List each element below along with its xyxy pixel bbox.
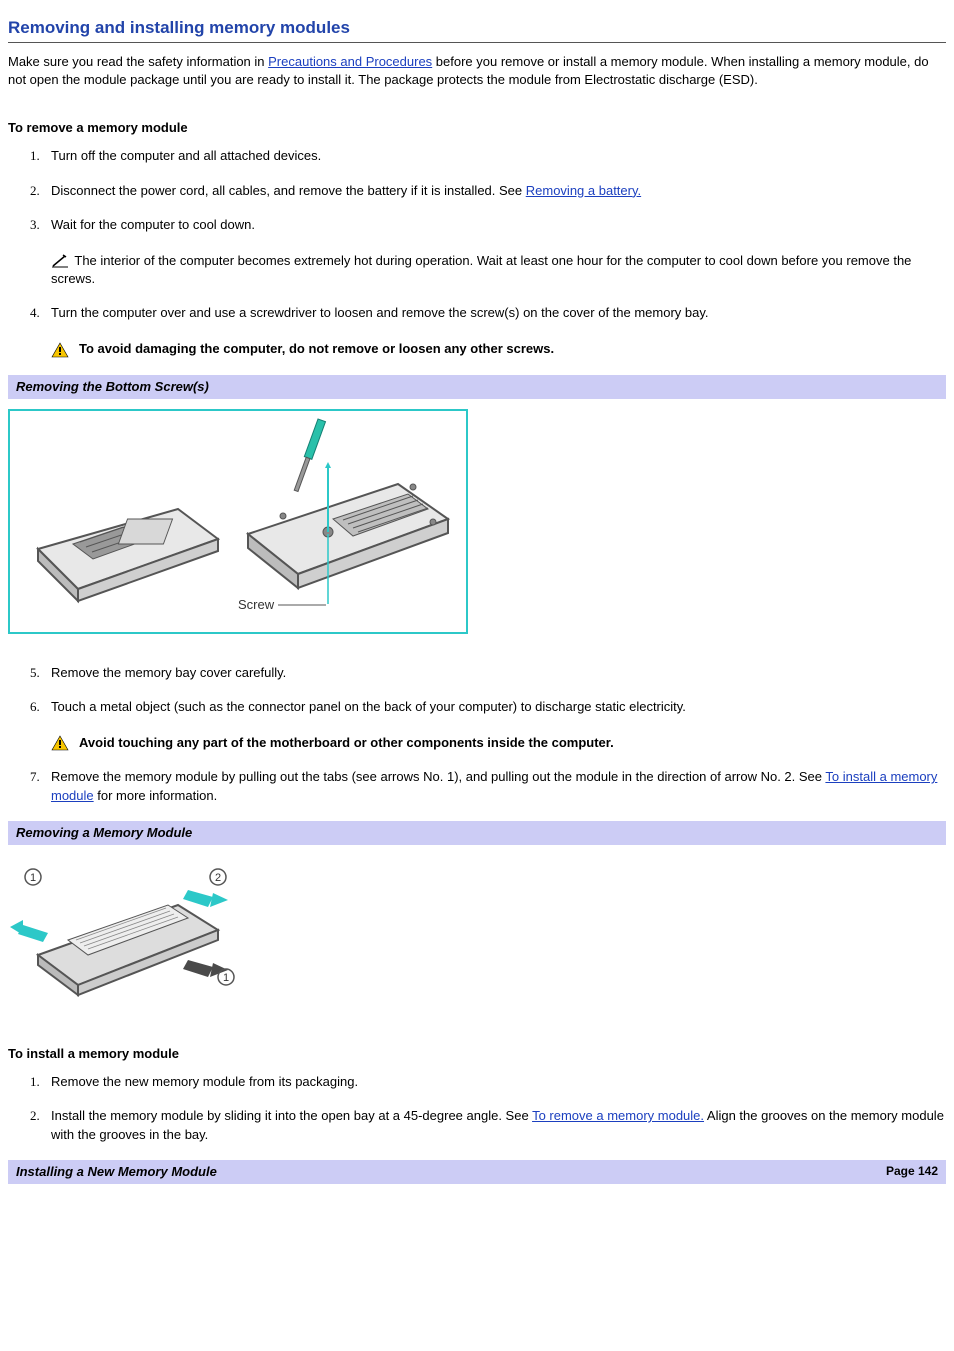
note-text: The interior of the computer becomes ext… xyxy=(51,253,911,286)
figure-1: Screw xyxy=(8,409,946,634)
figure-2: 1 2 1 xyxy=(8,855,946,1015)
caution-icon xyxy=(51,342,69,358)
figure-caption-2: Removing a Memory Module xyxy=(8,821,946,845)
precautions-link[interactable]: Precautions and Procedures xyxy=(268,54,432,69)
step-text: Turn the computer over and use a screwdr… xyxy=(51,305,709,320)
page-title: Removing and installing memory modules xyxy=(8,16,946,43)
svg-text:1: 1 xyxy=(30,872,36,884)
install-step-1: Remove the new memory module from its pa… xyxy=(43,1073,946,1091)
remove-step-3: Wait for the computer to cool down. The … xyxy=(43,216,946,289)
step-text-suffix: for more information. xyxy=(94,788,218,803)
remove-step-7: Remove the memory module by pulling out … xyxy=(43,768,946,804)
footer-caption: Installing a New Memory Module xyxy=(16,1163,217,1181)
svg-text:2: 2 xyxy=(215,872,221,884)
remove-heading: To remove a memory module xyxy=(8,119,946,137)
note-icon xyxy=(51,254,69,268)
install-step-2: Install the memory module by sliding it … xyxy=(43,1107,946,1143)
step-text: Remove the new memory module from its pa… xyxy=(51,1074,358,1089)
install-steps-list: Remove the new memory module from its pa… xyxy=(8,1073,946,1144)
step-text: Remove the memory module by pulling out … xyxy=(51,769,825,784)
svg-text:1: 1 xyxy=(223,972,229,984)
intro-prefix: Make sure you read the safety informatio… xyxy=(8,54,268,69)
remove-module-link[interactable]: To remove a memory module. xyxy=(532,1108,704,1123)
footer-bar: Installing a New Memory Module Page 142 xyxy=(8,1160,946,1184)
warn-text: Avoid touching any part of the motherboa… xyxy=(79,734,614,752)
step-text: Remove the memory bay cover carefully. xyxy=(51,665,286,680)
step-text: Disconnect the power cord, all cables, a… xyxy=(51,183,526,198)
intro-paragraph: Make sure you read the safety informatio… xyxy=(8,53,946,89)
install-heading: To install a memory module xyxy=(8,1045,946,1063)
step-text: Turn off the computer and all attached d… xyxy=(51,148,321,163)
remove-steps-list: Turn off the computer and all attached d… xyxy=(8,147,946,358)
page-number: Page 142 xyxy=(886,1163,938,1181)
remove-step-2: Disconnect the power cord, all cables, a… xyxy=(43,182,946,200)
remove-step-4: Turn the computer over and use a screwdr… xyxy=(43,304,946,358)
step-text: Touch a metal object (such as the connec… xyxy=(51,699,686,714)
step-text: Install the memory module by sliding it … xyxy=(51,1108,532,1123)
screw-removal-illustration: Screw xyxy=(8,409,468,634)
remove-step-5: Remove the memory bay cover carefully. xyxy=(43,664,946,682)
remove-step-6: Touch a metal object (such as the connec… xyxy=(43,698,946,752)
warn-text: To avoid damaging the computer, do not r… xyxy=(79,340,554,358)
removing-battery-link[interactable]: Removing a battery. xyxy=(526,183,641,198)
remove-steps-list-cont: Remove the memory bay cover carefully. T… xyxy=(8,664,946,805)
step-text: Wait for the computer to cool down. xyxy=(51,217,255,232)
memory-module-illustration: 1 2 1 xyxy=(8,855,238,1015)
remove-step-1: Turn off the computer and all attached d… xyxy=(43,147,946,165)
figure-caption-1: Removing the Bottom Screw(s) xyxy=(8,375,946,399)
figure-label-screw: Screw xyxy=(238,597,275,612)
caution-icon xyxy=(51,735,69,751)
